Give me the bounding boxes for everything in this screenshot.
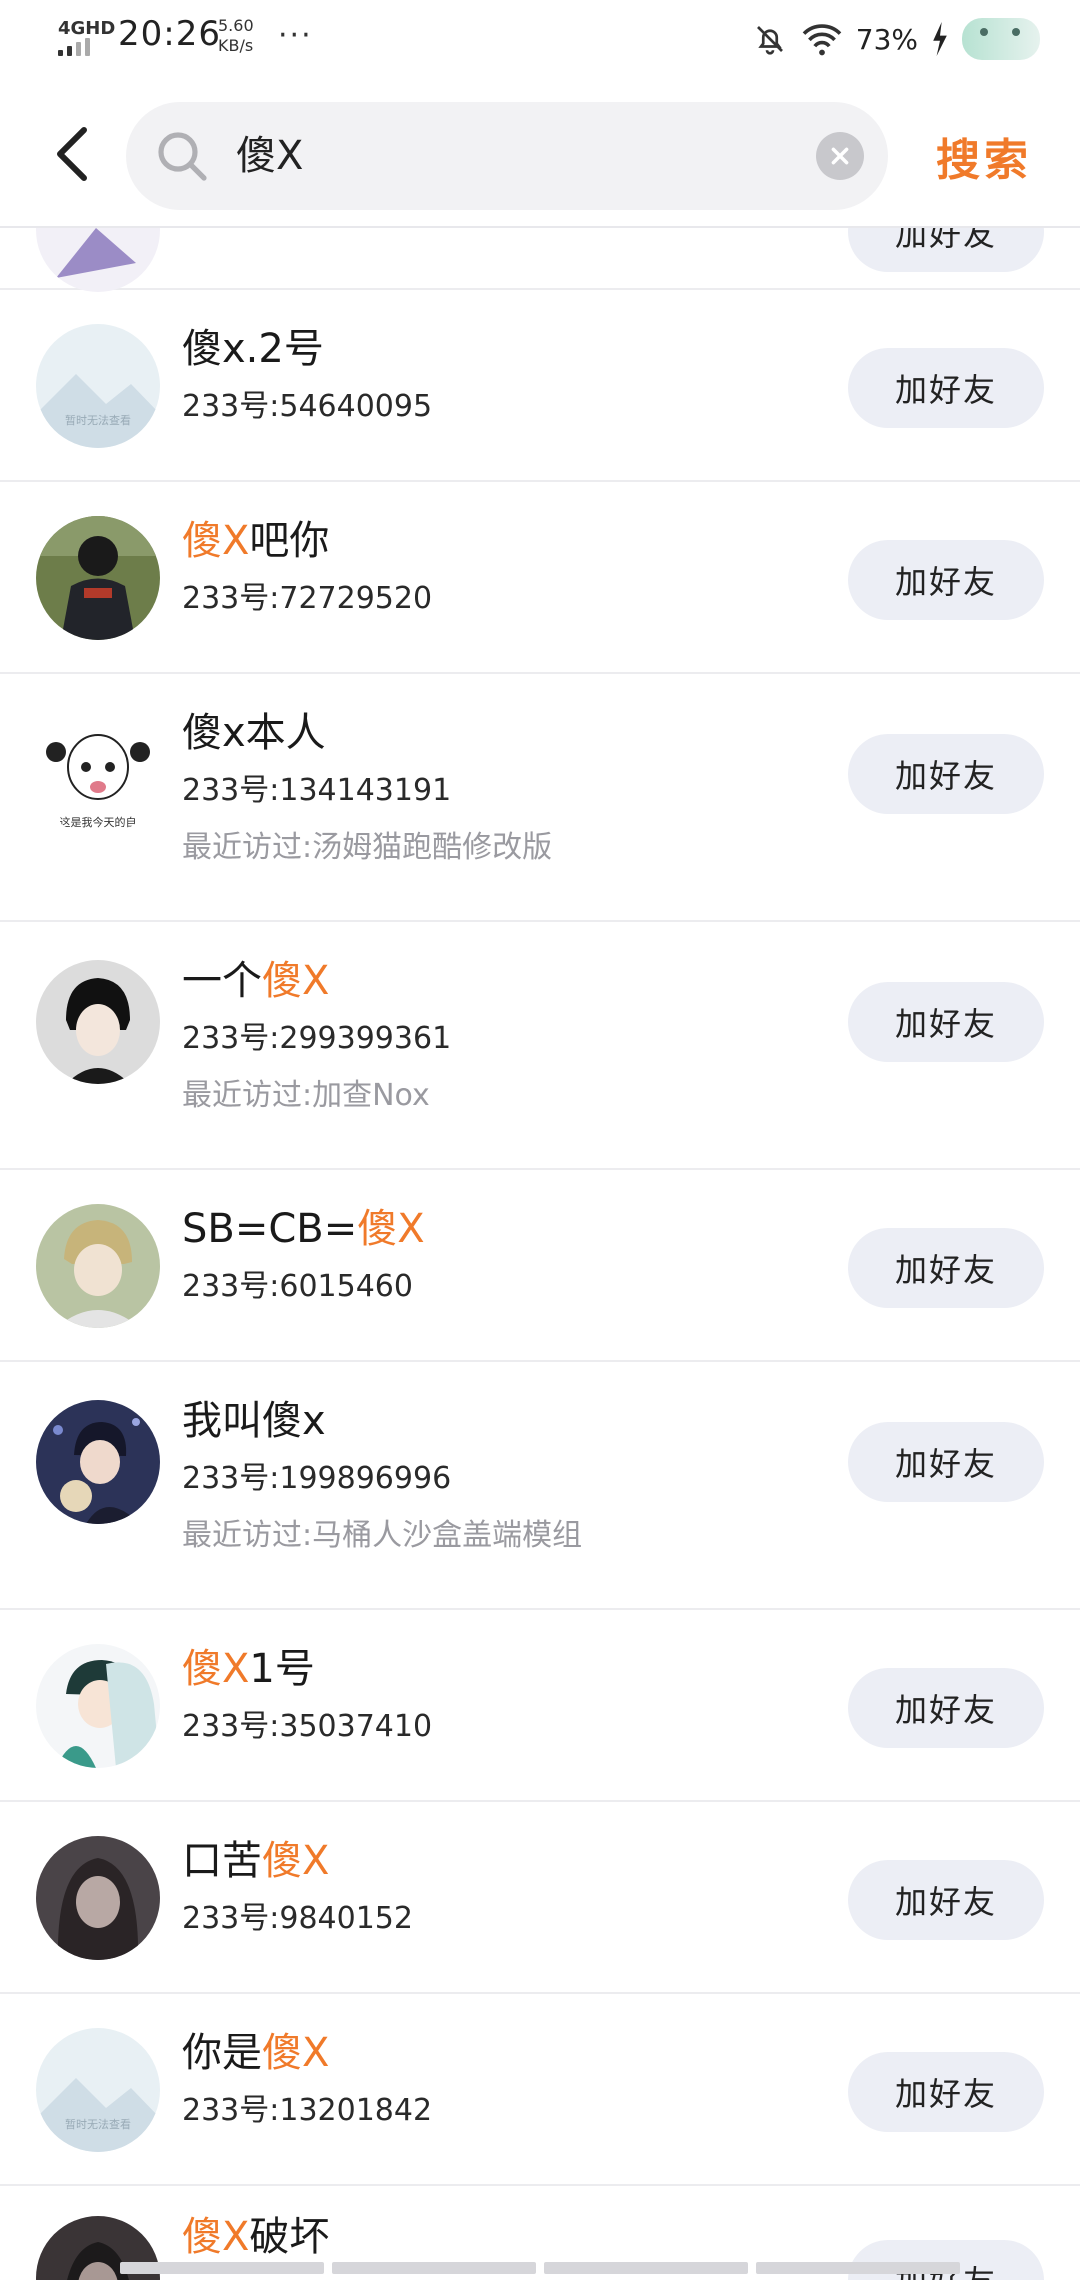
back-button[interactable] [44,116,100,192]
search-results-list: 加好友 暂时无法查看 傻x.2号 233号:54640095 加好友 傻X吧你 … [0,228,1080,2280]
user-id: 233号:72729520 [182,581,433,616]
recent-visit: 最近访过:汤姆猫跑酷修改版 [182,830,553,865]
list-item[interactable]: 暂时无法查看 你是傻X 233号:13201842 加好友 [0,1994,1080,2186]
status-icons: 73% [752,16,1040,62]
add-friend-button[interactable]: 加好友 [848,2052,1044,2132]
chevron-left-icon [57,127,87,181]
add-friend-button[interactable]: 加好友 [848,348,1044,428]
gesture-bar [120,2262,960,2274]
list-item[interactable]: SB=CB=傻X 233号:6015460 加好友 [0,1170,1080,1362]
list-item[interactable]: 我叫傻x 233号:199896996 最近访过:马桶人沙盒盖端模组 加好友 [0,1362,1080,1610]
add-friend-button[interactable]: 加好友 [848,982,1044,1062]
nickname: 我叫傻x [182,1398,326,1444]
avatar[interactable] [36,1400,160,1524]
user-id: 233号:9840152 [182,1901,413,1936]
avatar[interactable] [36,516,160,640]
search-header: 傻X 搜索 [0,80,1080,228]
list-item[interactable]: 傻X吧你 233号:72729520 加好友 [0,482,1080,674]
search-box[interactable]: 傻X [126,102,888,210]
more-notifications-icon: ··· [278,18,313,53]
avatar-caption: 这是我今天的自 [60,815,137,829]
wifi-icon [802,24,842,56]
user-id: 233号:54640095 [182,389,433,424]
nickname: 一个傻X [182,958,330,1004]
signal-icon [58,38,90,56]
status-bar: 4GHD 20:26 5.60 KB/s ··· 73% [0,0,1080,80]
net-speed: 5.60 KB/s [218,16,254,55]
user-id: 233号:13201842 [182,2093,433,2128]
list-item[interactable]: 这是我今天的自 傻x本人 233号:134143191 最近访过:汤姆猫跑酷修改… [0,674,1080,922]
nickname: 傻X1号 [182,1646,315,1692]
user-id: 233号:6015460 [182,1269,413,1304]
user-id: 233号:35037410 [182,1709,433,1744]
avatar[interactable]: 暂时无法查看 [36,2028,160,2152]
avatar[interactable]: 这是我今天的自 [36,712,160,836]
add-friend-button[interactable]: 加好友 [848,1860,1044,1940]
nickname: 口苦傻X [182,1838,330,1884]
list-item[interactable]: 加好友 [0,228,1080,292]
clock: 20:26 [118,14,221,54]
add-friend-button[interactable]: 加好友 [848,2240,1044,2280]
mascot-icon [962,18,1040,60]
recent-visit: 最近访过:加查Nox [182,1078,430,1113]
battery-level: 73% [855,22,918,56]
user-id: 233号:134143191 [182,773,452,808]
nickname: 傻X吧你 [182,518,330,564]
add-friend-button[interactable]: 加好友 [848,1422,1044,1502]
nickname: 傻x本人 [182,710,326,756]
placeholder-text: 暂时无法查看 [65,413,131,427]
avatar[interactable] [36,228,160,292]
search-button[interactable]: 搜索 [936,124,1032,188]
list-item[interactable]: 口苦傻X 233号:9840152 加好友 [0,1802,1080,1994]
nickname: 傻X破坏 [182,2214,330,2260]
network-type: 4GHD [58,18,116,39]
close-icon [831,147,849,165]
add-friend-button[interactable]: 加好友 [848,540,1044,620]
charging-icon [933,22,947,56]
add-friend-button[interactable]: 加好友 [848,1668,1044,1748]
nickname: 你是傻X [182,2030,330,2076]
clear-search-button[interactable] [816,132,864,180]
search-input[interactable]: 傻X [236,130,303,182]
nickname: 傻x.2号 [182,326,324,372]
bell-off-icon [756,26,783,55]
add-friend-button[interactable]: 加好友 [848,1228,1044,1308]
avatar[interactable] [36,960,160,1084]
avatar[interactable] [36,1204,160,1328]
nickname: SB=CB=傻X [182,1206,425,1252]
avatar[interactable] [36,1836,160,1960]
list-item[interactable]: 一个傻X 233号:299399361 最近访过:加查Nox 加好友 [0,922,1080,1170]
search-icon [158,132,207,181]
add-friend-button[interactable]: 加好友 [848,734,1044,814]
add-friend-button[interactable]: 加好友 [848,228,1044,272]
recent-visit: 最近访过:马桶人沙盒盖端模组 [182,1518,583,1553]
avatar[interactable]: 暂时无法查看 [36,324,160,448]
list-item[interactable]: 暂时无法查看 傻x.2号 233号:54640095 加好友 [0,290,1080,482]
avatar[interactable] [36,1644,160,1768]
placeholder-text: 暂时无法查看 [65,2117,131,2131]
user-id: 233号:299399361 [182,1021,452,1056]
user-id: 233号:199896996 [182,1461,452,1496]
list-item[interactable]: 傻X1号 233号:35037410 加好友 [0,1610,1080,1802]
